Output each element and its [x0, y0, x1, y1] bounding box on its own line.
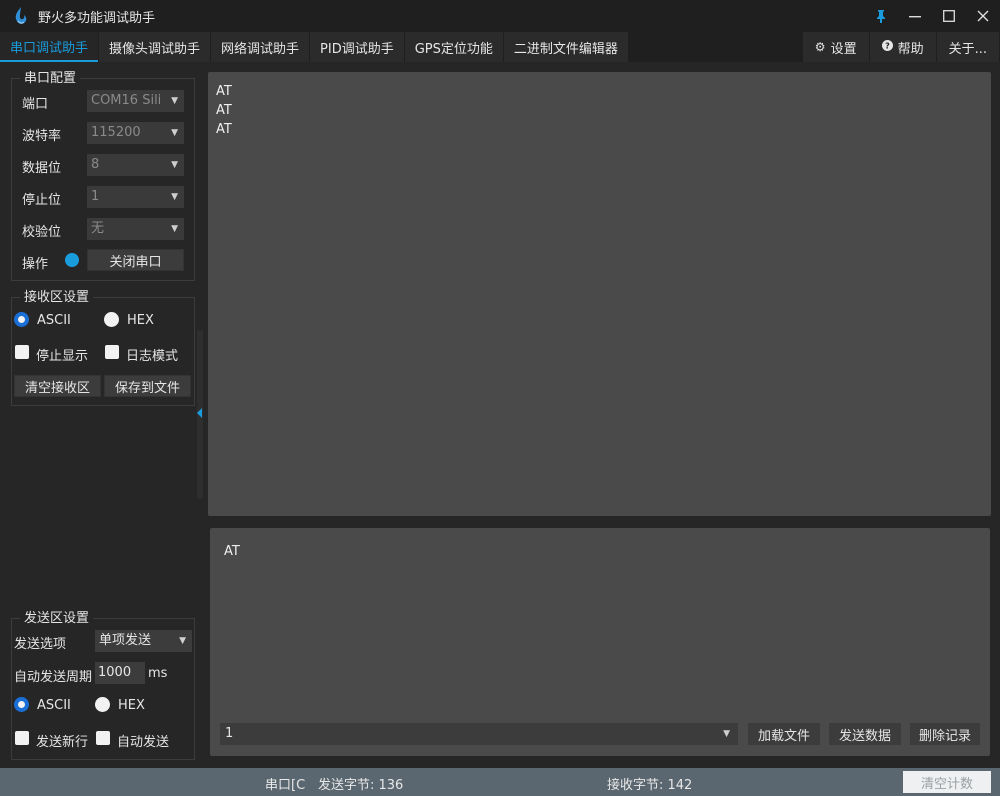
auto-period-label: 自动发送周期 [14, 670, 93, 685]
chevron-down-icon: ▼ [171, 160, 178, 170]
chevron-down-icon: ▼ [171, 224, 178, 234]
stopbits-select[interactable]: 1 ▼ [87, 186, 184, 208]
parity-value: 无 [91, 221, 105, 236]
recv-line: AT [216, 122, 232, 137]
send-ascii-label: ASCII [37, 698, 71, 713]
recv-hex-label: HEX [127, 313, 154, 328]
log-mode-checkbox[interactable] [105, 345, 119, 359]
databits-select[interactable]: 8 ▼ [87, 154, 184, 176]
databits-label: 数据位 [22, 161, 62, 176]
stop-display-label: 停止显示 [36, 349, 89, 364]
auto-period-input[interactable]: 1000 [95, 662, 145, 684]
port-status-text: 串口[C [265, 778, 306, 793]
recv-line: AT [216, 103, 232, 118]
load-file-button[interactable]: 加载文件 [748, 723, 820, 745]
tab-binary-editor[interactable]: 二进制文件编辑器 [503, 32, 628, 62]
settings-button[interactable]: ⚙ 设置 [802, 32, 869, 62]
tab-serial[interactable]: 串口调试助手 [0, 32, 99, 62]
send-newline-checkbox[interactable] [15, 731, 29, 745]
about-button[interactable]: 关于... [936, 32, 999, 62]
recv-ascii-radio[interactable] [14, 312, 29, 327]
send-hex-label: HEX [118, 698, 145, 713]
port-value: COM16 Sili [91, 93, 162, 108]
send-history-value: 1 [225, 726, 234, 741]
operation-label: 操作 [22, 257, 49, 272]
recv-ascii-label: ASCII [37, 313, 71, 328]
send-option-value: 单项发送 [99, 633, 152, 648]
baud-label: 波特率 [22, 129, 62, 144]
send-history-select[interactable]: 1 ▼ [220, 723, 738, 745]
panel-splitter[interactable] [197, 330, 203, 498]
stopbits-value: 1 [91, 189, 100, 204]
chevron-down-icon: ▼ [723, 729, 730, 739]
tab-network[interactable]: 网络调试助手 [211, 32, 310, 62]
send-settings-title: 发送区设置 [20, 611, 94, 627]
parity-label: 校验位 [22, 225, 62, 240]
log-mode-label: 日志模式 [126, 349, 179, 364]
tab-gps[interactable]: GPS定位功能 [404, 32, 503, 62]
period-unit-label: ms [148, 666, 168, 681]
recv-line: AT [216, 84, 232, 99]
send-option-select[interactable]: 单项发送 ▼ [95, 630, 192, 652]
status-bar: 串口[C 发送字节: 136 接收字节: 142 清空计数 [0, 768, 1000, 796]
auto-send-label: 自动发送 [117, 735, 170, 750]
chevron-down-icon: ▼ [171, 192, 178, 202]
question-icon: ? [881, 40, 893, 54]
baud-value: 115200 [91, 125, 141, 140]
app-logo-icon [15, 7, 27, 24]
close-port-button[interactable]: 关闭串口 [87, 249, 184, 271]
send-hex-radio[interactable] [95, 697, 110, 712]
save-to-file-button[interactable]: 保存到文件 [104, 375, 191, 397]
sent-bytes-text: 发送字节: 136 [318, 778, 404, 793]
clear-count-button[interactable]: 清空计数 [903, 771, 991, 793]
window-title: 野火多功能调试助手 [38, 10, 156, 26]
clear-recv-button[interactable]: 清空接收区 [14, 375, 101, 397]
minimize-icon[interactable] [898, 0, 932, 32]
parity-select[interactable]: 无 ▼ [87, 218, 184, 240]
baud-select[interactable]: 115200 ▼ [87, 122, 184, 144]
tab-bar: 串口调试助手 摄像头调试助手 网络调试助手 PID调试助手 GPS定位功能 二进… [0, 32, 1000, 62]
help-label: 帮助 [897, 41, 924, 57]
stopbits-label: 停止位 [22, 193, 62, 208]
send-ascii-radio[interactable] [14, 697, 29, 712]
svg-text:?: ? [885, 42, 890, 51]
collapse-arrow-icon[interactable] [197, 408, 202, 418]
recv-bytes-text: 接收字节: 142 [607, 778, 693, 793]
send-newline-label: 发送新行 [36, 735, 89, 750]
serial-config-title: 串口配置 [20, 71, 81, 87]
close-icon[interactable] [966, 0, 1000, 32]
chevron-down-icon: ▼ [171, 96, 178, 106]
gear-icon: ⚙ [814, 40, 826, 54]
send-option-label: 发送选项 [14, 637, 67, 652]
tab-pid[interactable]: PID调试助手 [310, 32, 404, 62]
port-label: 端口 [22, 97, 49, 112]
auto-send-checkbox[interactable] [96, 731, 110, 745]
stop-display-checkbox[interactable] [15, 345, 29, 359]
send-text-area[interactable]: AT [224, 544, 240, 559]
databits-value: 8 [91, 157, 100, 172]
title-bar: 野火多功能调试助手 [0, 0, 1000, 32]
chevron-down-icon: ▼ [179, 636, 186, 646]
recv-hex-radio[interactable] [104, 312, 119, 327]
receive-text-area[interactable]: AT AT AT [208, 72, 991, 516]
maximize-icon[interactable] [932, 0, 966, 32]
chevron-down-icon: ▼ [171, 128, 178, 138]
port-status-indicator [65, 253, 79, 267]
settings-label: 设置 [830, 41, 857, 57]
port-select[interactable]: COM16 Sili ▼ [87, 90, 184, 112]
send-data-button[interactable]: 发送数据 [829, 723, 901, 745]
recv-settings-title: 接收区设置 [20, 290, 94, 306]
help-button[interactable]: ? 帮助 [869, 32, 936, 62]
delete-record-button[interactable]: 删除记录 [910, 723, 980, 745]
tab-camera[interactable]: 摄像头调试助手 [99, 32, 211, 62]
pin-icon[interactable] [864, 0, 898, 32]
send-panel: AT 1 ▼ 加载文件 发送数据 删除记录 [210, 528, 990, 756]
